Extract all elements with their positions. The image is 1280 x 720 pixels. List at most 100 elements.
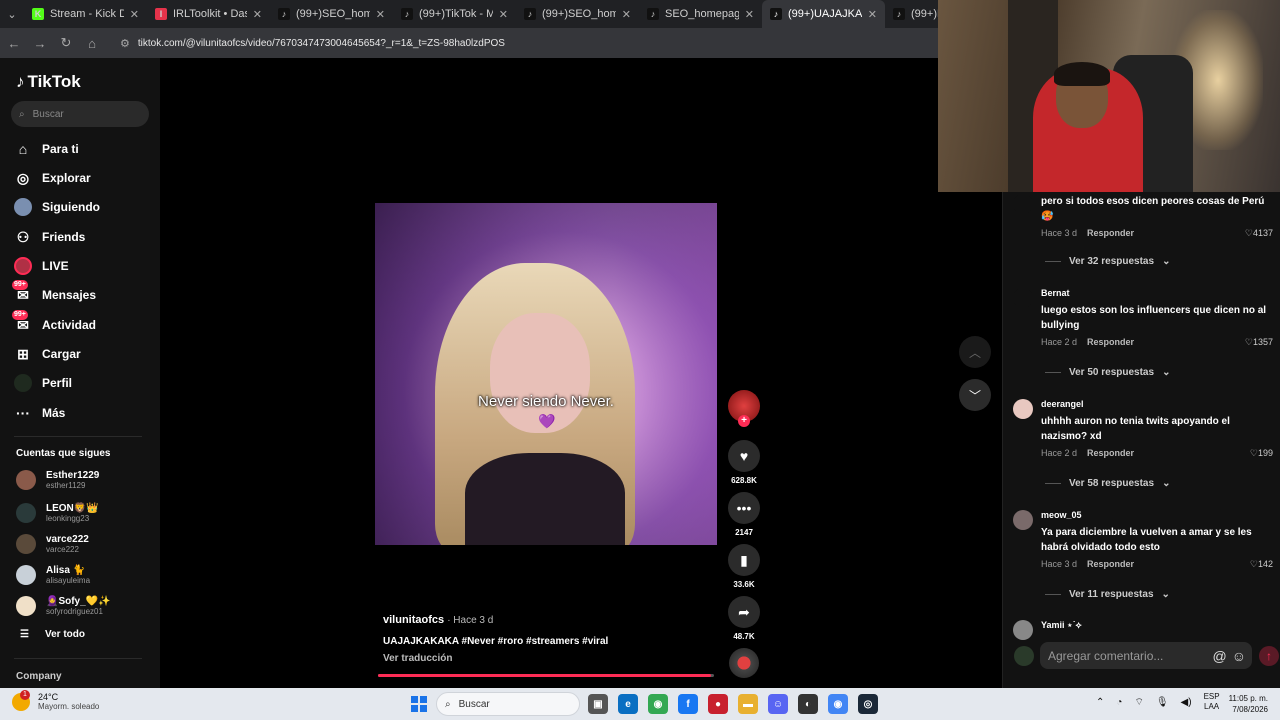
save-action[interactable]: ▮ 33.6K bbox=[727, 544, 761, 589]
following-account[interactable]: Alisa 🐈 alisayuleima bbox=[16, 562, 90, 588]
comment-input[interactable]: Agregar comentario... @ ☺ bbox=[1040, 642, 1252, 669]
emoji-icon[interactable]: ☺ bbox=[1232, 648, 1246, 664]
volume-icon[interactable]: ◀) bbox=[1181, 697, 1192, 708]
view-replies-link[interactable]: Ver 11 respuestas ⌄ bbox=[1045, 589, 1170, 600]
tiktok-logo[interactable]: ♪ TikTok bbox=[16, 72, 81, 92]
browser-tab[interactable]: ♪ SEO_homepage_title ✕ bbox=[639, 0, 762, 28]
see-all-link[interactable]: ☰ Ver todo bbox=[20, 629, 85, 640]
chrome-active-icon[interactable]: ◉ bbox=[828, 694, 848, 714]
browser-tab[interactable]: ♪ (99+)UAJAJKAKAKA ✕ bbox=[762, 0, 885, 28]
tray-chevron-up-icon[interactable]: ⌃ bbox=[1096, 697, 1104, 708]
video-progress-bar[interactable] bbox=[378, 674, 714, 677]
nav-item-mas[interactable]: ··· Más bbox=[14, 402, 65, 424]
tab-close-icon[interactable]: ✕ bbox=[130, 8, 139, 21]
obs-icon[interactable]: ◐ bbox=[798, 694, 818, 714]
view-replies-link[interactable]: Ver 50 respuestas ⌄ bbox=[1045, 367, 1170, 378]
heart-icon[interactable]: ♥ bbox=[728, 440, 760, 472]
reply-button[interactable]: Responder bbox=[1087, 559, 1134, 569]
tab-close-icon[interactable]: ✕ bbox=[499, 8, 508, 21]
commenter-avatar[interactable] bbox=[1013, 510, 1033, 530]
following-account[interactable]: LEON🦁👑 leonkingg23 bbox=[16, 500, 99, 526]
comment-likes[interactable]: ♡199 bbox=[1250, 448, 1273, 459]
commenter-name[interactable]: Yamii ⋆˙⟡ bbox=[1041, 620, 1275, 631]
music-disc-icon[interactable] bbox=[729, 648, 759, 678]
address-bar[interactable]: ⚙ tiktok.com/@vilunitaofcs/video/7670347… bbox=[120, 37, 505, 50]
taskbar-search[interactable]: ⌕ Buscar bbox=[436, 692, 580, 716]
comment-action[interactable]: ••• 2147 bbox=[727, 492, 761, 537]
nav-item-friends[interactable]: ⚇ Friends bbox=[14, 226, 86, 248]
back-arrow-icon[interactable]: ← bbox=[2, 31, 26, 55]
reply-button[interactable]: Responder bbox=[1087, 448, 1134, 458]
browser-tab[interactable]: I IRLToolkit • Dashboar ✕ bbox=[147, 0, 270, 28]
nav-item-mensajes[interactable]: ✉ 99+ Mensajes bbox=[12, 280, 96, 306]
reply-button[interactable]: Responder bbox=[1087, 228, 1134, 238]
commenter-avatar[interactable] bbox=[1013, 620, 1033, 640]
app-icon[interactable]: ● bbox=[708, 694, 728, 714]
chrome-icon[interactable]: ◉ bbox=[648, 694, 668, 714]
facebook-icon[interactable]: f bbox=[678, 694, 698, 714]
forward-arrow-icon[interactable]: → bbox=[28, 31, 52, 55]
tab-close-icon[interactable]: ✕ bbox=[376, 8, 385, 21]
weather-widget[interactable]: 1 24°C Mayorm. soleado bbox=[12, 689, 99, 711]
nav-item-siguiendo[interactable]: Siguiendo bbox=[14, 196, 100, 218]
folder-icon[interactable]: ▬ bbox=[738, 694, 758, 714]
following-account[interactable]: Esther1229 esther1129 bbox=[16, 467, 99, 493]
commenter-avatar[interactable] bbox=[1013, 399, 1033, 419]
nav-item-cargar[interactable]: ⊞ Cargar bbox=[14, 343, 81, 365]
mention-icon[interactable]: @ bbox=[1212, 648, 1226, 664]
browser-tab[interactable]: ♪ (99+)SEO_homepage ✕ bbox=[516, 0, 639, 28]
send-comment-button[interactable]: ↑ bbox=[1259, 646, 1279, 666]
language-indicator[interactable]: ESP LAA bbox=[1204, 692, 1220, 712]
browser-tab[interactable]: ♪ (99+)SEO_homepage ✕ bbox=[270, 0, 393, 28]
bookmark-icon[interactable]: ▮ bbox=[728, 544, 760, 576]
comment-likes[interactable]: ♡1357 bbox=[1245, 337, 1273, 348]
browser-tab[interactable]: K Stream - Kick Dashbo ✕ bbox=[24, 0, 147, 28]
tab-search-chevron-icon[interactable]: ⌄ bbox=[0, 0, 24, 28]
nav-item-para-ti[interactable]: ⌂ Para ti bbox=[14, 138, 79, 160]
view-replies-link[interactable]: Ver 32 respuestas ⌄ bbox=[1045, 256, 1170, 267]
edge-icon[interactable]: e bbox=[618, 694, 638, 714]
tab-close-icon[interactable]: ✕ bbox=[868, 8, 877, 21]
home-button-icon[interactable]: ⌂ bbox=[80, 31, 104, 55]
wifi-icon[interactable]: ⌔ bbox=[1134, 696, 1143, 709]
commenter-name[interactable]: Bernat bbox=[1041, 288, 1275, 298]
comment-bubble-icon[interactable]: ••• bbox=[728, 492, 760, 524]
commenter-avatar[interactable] bbox=[1013, 194, 1033, 214]
author-name[interactable]: vilunitaofcs bbox=[383, 614, 444, 626]
microphone-icon[interactable]: 🎙 bbox=[1156, 697, 1169, 708]
discord-icon[interactable]: ☺ bbox=[768, 694, 788, 714]
share-action[interactable]: ➦ 48.7K bbox=[727, 596, 761, 641]
following-account[interactable]: 🧕Sofy_💛✨ sofyrodriguez01 bbox=[16, 593, 111, 619]
taskbar-clock[interactable]: 11:05 p. m. 7/08/2026 bbox=[1229, 693, 1268, 715]
nav-item-live[interactable]: LIVE bbox=[14, 255, 69, 277]
tray-app-icon[interactable]: ◔ bbox=[1116, 697, 1122, 708]
nav-item-explorar[interactable]: ◎ Explorar bbox=[14, 167, 91, 189]
commenter-avatar[interactable] bbox=[1013, 288, 1033, 308]
nav-item-actividad[interactable]: ✉ 99+ Actividad bbox=[12, 310, 96, 336]
reply-button[interactable]: Responder bbox=[1087, 337, 1134, 347]
view-replies-link[interactable]: Ver 58 respuestas ⌄ bbox=[1045, 478, 1170, 489]
following-account[interactable]: varce222 varce222 bbox=[16, 531, 89, 557]
reload-icon[interactable]: ↻ bbox=[54, 31, 78, 55]
next-video-chevron-down-icon[interactable]: ﹀ bbox=[959, 379, 991, 411]
commenter-name[interactable]: meow_05 bbox=[1041, 510, 1275, 520]
nav-item-perfil[interactable]: Perfil bbox=[14, 372, 72, 394]
follow-plus-icon[interactable]: + bbox=[738, 415, 750, 427]
steam-icon[interactable]: ◎ bbox=[858, 694, 878, 714]
video-author[interactable]: vilunitaofcs · Hace 3 d bbox=[383, 614, 723, 626]
company-link[interactable]: Company bbox=[16, 671, 62, 682]
search-input[interactable]: ⌕ Buscar bbox=[11, 101, 149, 127]
comment-likes[interactable]: ♡142 bbox=[1250, 559, 1273, 570]
site-info-icon[interactable]: ⚙ bbox=[120, 37, 130, 50]
share-arrow-icon[interactable]: ➦ bbox=[728, 596, 760, 628]
browser-tab[interactable]: ♪ (99+)TikTok - Make Y ✕ bbox=[393, 0, 516, 28]
windows-start-icon[interactable] bbox=[411, 696, 427, 712]
translate-link[interactable]: Ver traducción bbox=[383, 653, 723, 664]
like-action[interactable]: ♥ 628.8K bbox=[727, 440, 761, 485]
previous-video-chevron-up-icon[interactable]: ︿ bbox=[959, 336, 991, 368]
comment-likes[interactable]: ♡4137 bbox=[1245, 228, 1273, 239]
tab-close-icon[interactable]: ✕ bbox=[745, 8, 754, 21]
tab-close-icon[interactable]: ✕ bbox=[622, 8, 631, 21]
video-player[interactable]: Never siendo Never. 💜 bbox=[375, 203, 717, 545]
tab-close-icon[interactable]: ✕ bbox=[253, 8, 262, 21]
